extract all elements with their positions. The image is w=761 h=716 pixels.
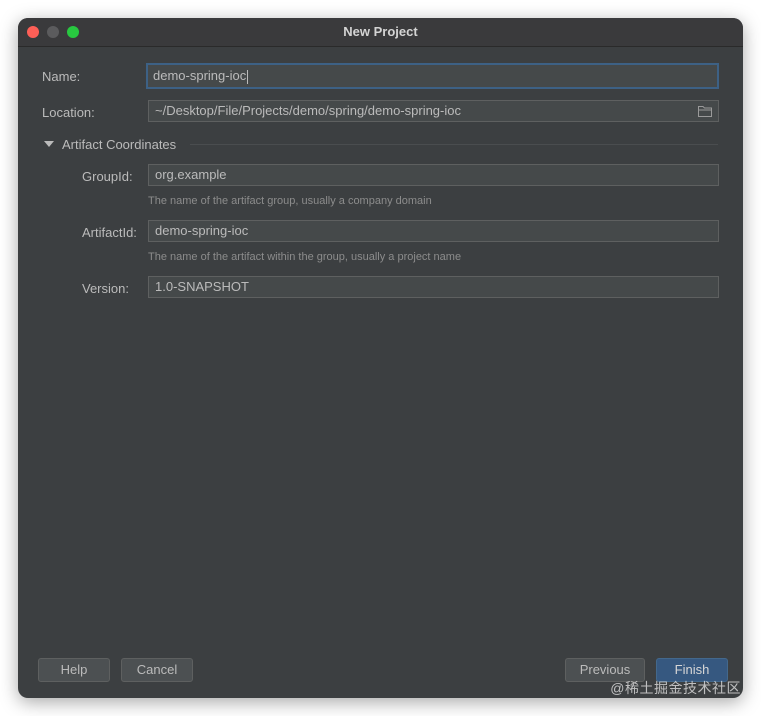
text-caret [247,69,249,84]
expand-triangle-icon [44,141,54,147]
title-bar: New Project [18,18,743,47]
groupid-hint: The name of the artifact group, usually … [148,195,432,207]
artifactid-input-value: demo-spring-ioc [155,223,249,238]
groupid-input[interactable]: org.example [148,164,719,186]
new-project-dialog: New Project Name: demo-spring-ioc Locati… [18,18,743,698]
groupid-label: GroupId: [82,169,133,184]
watermark-text: @稀土掘金技术社区 [610,680,741,696]
version-input-value: 1.0-SNAPSHOT [155,279,249,294]
location-input-value: ~/Desktop/File/Projects/demo/spring/demo… [155,103,461,118]
groupid-input-value: org.example [155,167,227,182]
location-input[interactable]: ~/Desktop/File/Projects/demo/spring/demo… [148,100,719,122]
version-label: Version: [82,281,129,296]
artifactid-label: ArtifactId: [82,225,137,240]
name-label: Name: [42,69,81,84]
cancel-button[interactable]: Cancel [121,658,193,682]
folder-browse-icon[interactable] [698,105,712,117]
section-divider [190,144,718,145]
location-label: Location: [42,105,95,120]
artifactid-input[interactable]: demo-spring-ioc [148,220,719,242]
version-input[interactable]: 1.0-SNAPSHOT [148,276,719,298]
help-button[interactable]: Help [38,658,110,682]
artifactid-hint: The name of the artifact within the grou… [148,251,462,263]
dialog-title: New Project [343,24,418,39]
section-title: Artifact Coordinates [62,137,177,152]
name-input-value: demo-spring-ioc [153,68,247,83]
name-input[interactable]: demo-spring-ioc [146,63,719,89]
artifact-coordinates-toggle[interactable]: Artifact Coordinates [44,137,176,152]
